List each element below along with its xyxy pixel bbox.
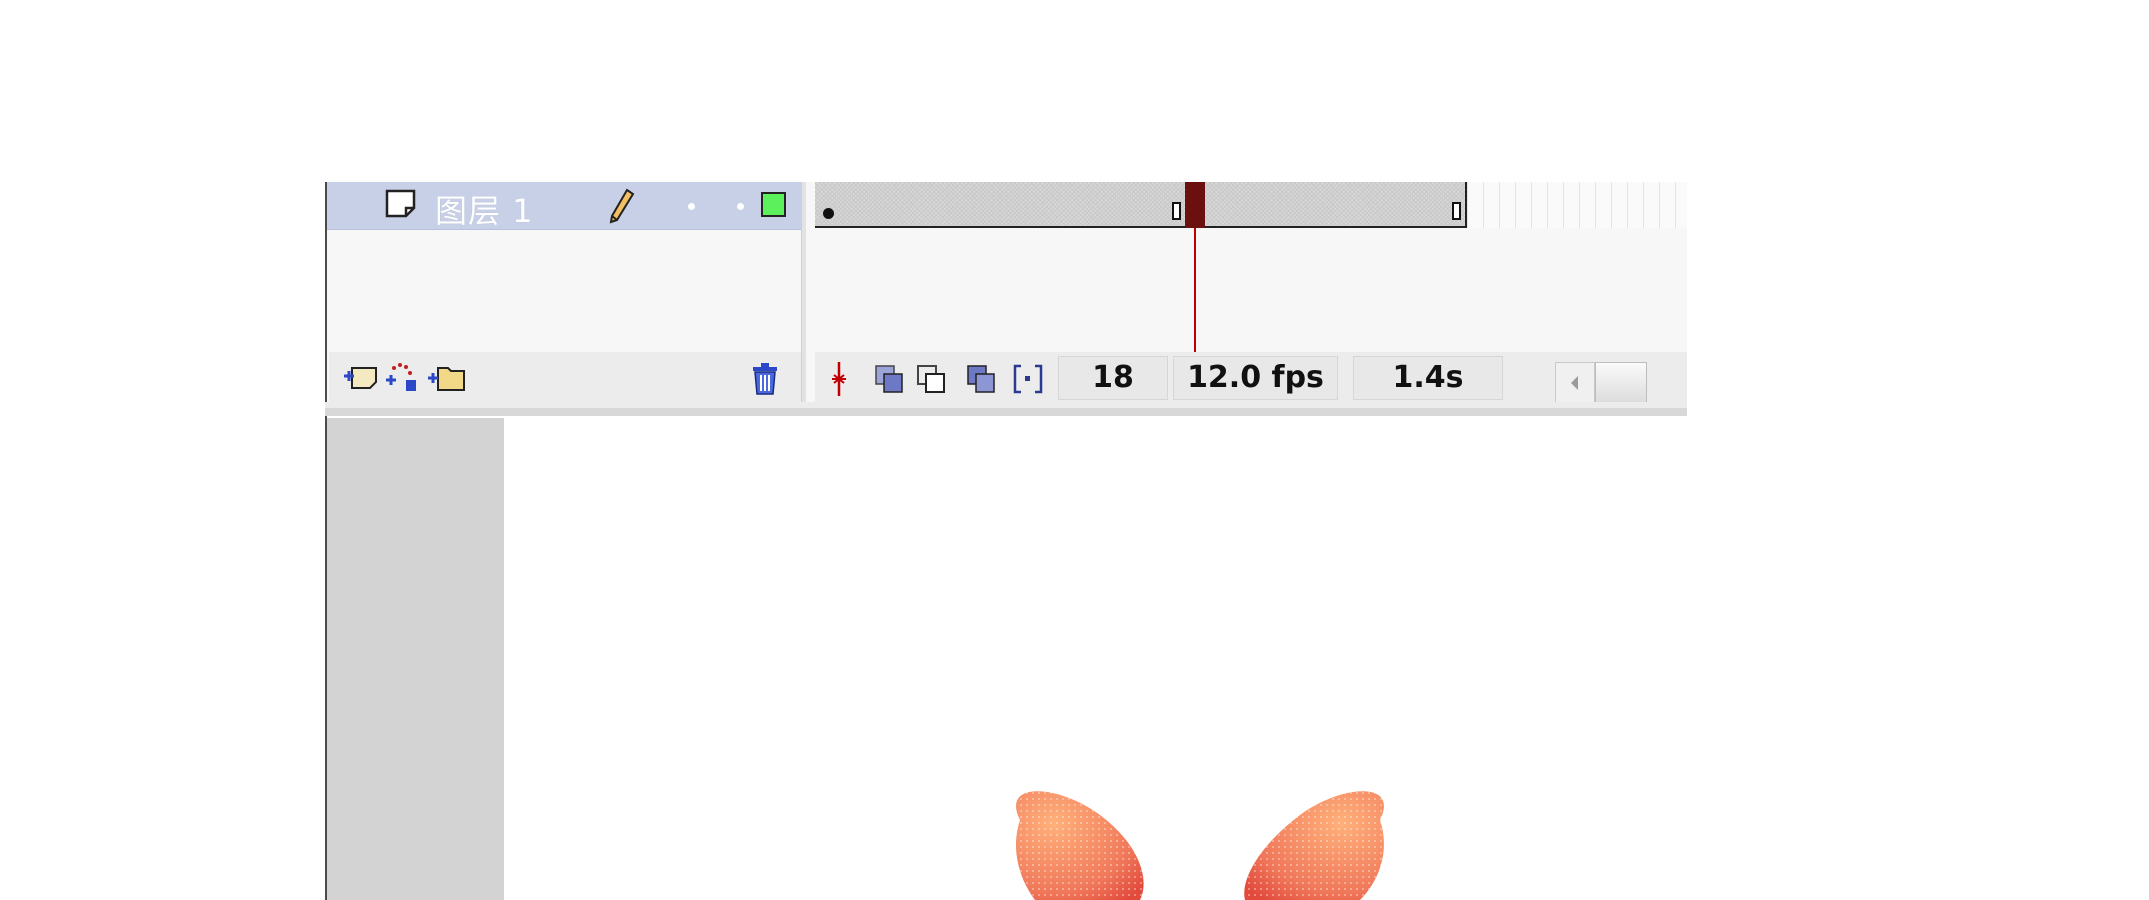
add-layer-icon[interactable] xyxy=(342,362,380,392)
current-frame: 18 xyxy=(1058,356,1168,400)
lock-dot[interactable] xyxy=(737,203,744,210)
modify-onion-markers-icon[interactable] xyxy=(1011,362,1045,396)
onion-skin-icon[interactable] xyxy=(873,362,907,396)
empty-frames[interactable] xyxy=(1467,182,1687,228)
visibility-dot[interactable] xyxy=(688,203,695,210)
outline-color-swatch[interactable] xyxy=(761,192,786,217)
frame-end-marker[interactable] xyxy=(1452,202,1461,220)
scroll-left-button[interactable] xyxy=(1555,362,1595,404)
pencil-icon xyxy=(609,188,635,224)
panel-resize-bar[interactable] xyxy=(325,408,1687,416)
playhead-line xyxy=(1194,228,1196,352)
flower-petals[interactable] xyxy=(940,790,1460,900)
stage-pasteboard xyxy=(327,418,504,900)
panel-divider[interactable] xyxy=(801,182,806,412)
frame-span[interactable] xyxy=(815,182,1467,228)
add-motion-guide-icon[interactable] xyxy=(384,362,422,394)
delete-layer-icon[interactable] xyxy=(749,362,781,396)
timeline-panel: 图层 1 18 12.0 fps 1.4s xyxy=(325,182,1687,412)
layer-name[interactable]: 图层 1 xyxy=(435,186,534,232)
layer-row[interactable]: 图层 1 xyxy=(327,182,801,230)
playhead[interactable] xyxy=(1185,182,1205,228)
layer-list: 图层 1 xyxy=(327,182,803,412)
frame-toolbar: 18 12.0 fps 1.4s xyxy=(815,352,1687,404)
edit-multiple-frames-icon[interactable] xyxy=(965,362,999,396)
chevron-left-icon xyxy=(1571,376,1578,390)
add-folder-icon[interactable] xyxy=(426,362,466,392)
center-frame-icon[interactable] xyxy=(827,362,851,396)
elapsed-time: 1.4s xyxy=(1353,356,1503,400)
layer-toolbar xyxy=(329,352,803,402)
frame-area[interactable] xyxy=(815,182,1687,352)
frame-rate[interactable]: 12.0 fps xyxy=(1173,356,1338,400)
layer-page-icon xyxy=(385,189,416,218)
scrollbar-thumb[interactable] xyxy=(1595,362,1647,404)
keyframe-marker[interactable] xyxy=(823,208,834,219)
onion-skin-outlines-icon[interactable] xyxy=(915,362,949,396)
frame-end-marker[interactable] xyxy=(1172,202,1181,220)
